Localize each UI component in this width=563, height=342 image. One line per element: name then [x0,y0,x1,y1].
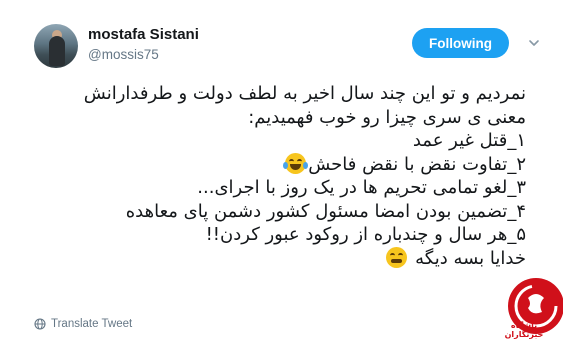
chevron-down-icon[interactable] [528,37,540,49]
tweet-line: ۵_هر سال و چندباره از روکود عبور کردن!! [205,224,526,245]
tweet-line: ۴_تضمین بودن امضا مسئول کشور دشمن پای مع… [125,200,526,222]
tweet-line: ۱_قتل غیر عمد [412,130,526,151]
tweet-header: mostafa Sistani @mossis75 Following [28,20,548,68]
face-with-tears-of-joy-icon [283,152,309,174]
tweet-line: خدایا بسه دیگه [40,246,526,271]
globe-icon [34,318,46,330]
avatar-figure [49,36,65,66]
tweet-text: نمردیم و تو این چند سال اخیر به لطف دولت… [40,82,526,270]
tweet-line: معنی ی سری چیزا رو خوب فهمیدیم: [248,106,526,128]
tweet-line: ۳_لغو تمامی تحریم ها در یک روز با اجرای.… [197,177,526,198]
watermark-text: باشگاه خبرنگاران [504,321,544,339]
avatar[interactable] [34,24,78,68]
tweet-line: نمردیم و تو این چند سال اخیر به لطف دولت… [83,83,526,104]
following-button[interactable]: Following [412,28,509,58]
author-display-name[interactable]: mostafa Sistani [88,26,199,43]
translate-tweet-link[interactable]: Translate Tweet [34,318,132,330]
translate-tweet-label[interactable]: Translate Tweet [51,318,132,330]
author-handle[interactable]: @mossis75 [88,47,199,62]
author-block[interactable]: mostafa Sistani @mossis75 [88,26,199,62]
tired-face-icon [386,246,408,268]
tweet-line: ۲_تفاوت نقض با نقض فاحش [40,152,526,177]
